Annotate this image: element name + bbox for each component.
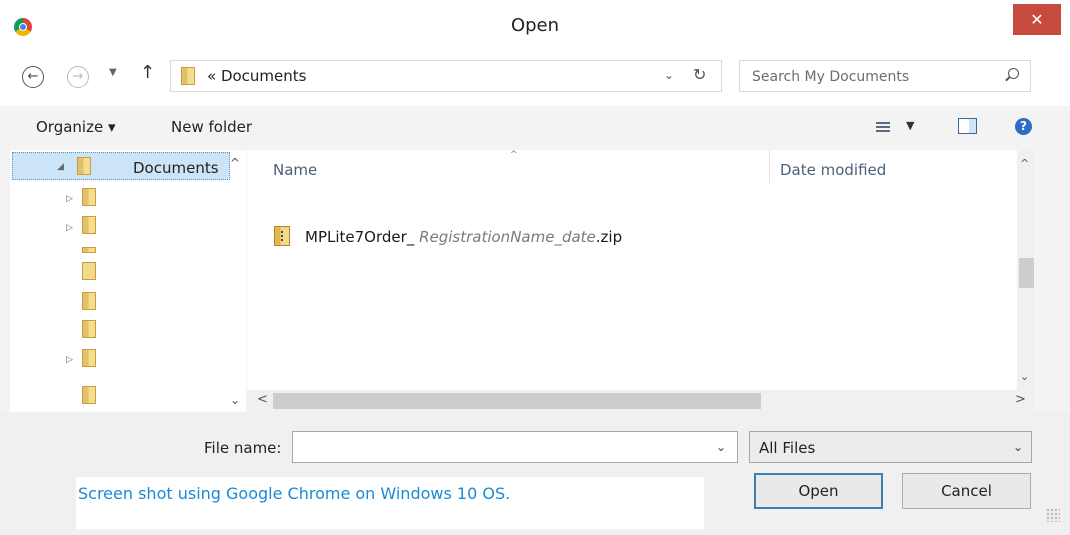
navigation-pane: ◢ Documents ▷ ▷ ▷ ^ ⌄ [10, 150, 246, 412]
open-file-dialog: Open ✕ ← → ▼ ↑ « Documents ⌄ ↻ Organize … [0, 0, 1070, 535]
file-type-dropdown-icon[interactable]: ⌄ [1013, 440, 1023, 454]
breadcrumb[interactable]: « Documents [207, 67, 306, 85]
close-button[interactable]: ✕ [1013, 4, 1061, 35]
nav-scroll-down-button[interactable]: ⌄ [230, 393, 240, 407]
refresh-button[interactable]: ↻ [693, 65, 706, 84]
resize-grip-icon[interactable] [1046, 508, 1060, 522]
dialog-title: Open [510, 15, 560, 36]
open-button[interactable]: Open [754, 473, 883, 509]
folder-icon[interactable] [82, 292, 96, 310]
file-list-vertical-scrollbar[interactable]: ^ ⌄ [1017, 150, 1034, 412]
shared-folder-icon[interactable] [82, 262, 96, 280]
command-toolbar: Organize ▾ New folder ▼ ? [0, 106, 1070, 148]
change-view-icon[interactable] [876, 120, 890, 132]
search-box [739, 60, 1031, 93]
vertical-scroll-thumb[interactable] [1019, 258, 1034, 288]
folder-icon[interactable] [82, 216, 96, 234]
folder-icon[interactable] [82, 349, 96, 367]
documents-folder-icon [181, 67, 195, 85]
nav-scroll-up-button[interactable]: ^ [230, 156, 240, 170]
file-type-value: All Files [759, 439, 816, 457]
folder-icon[interactable] [82, 188, 96, 206]
preview-pane-icon[interactable] [958, 118, 977, 134]
new-folder-button[interactable]: New folder [171, 118, 252, 136]
column-header-date-modified[interactable]: Date modified [780, 161, 886, 179]
annotation-caption: Screen shot using Google Chrome on Windo… [76, 477, 704, 529]
folder-icon[interactable] [82, 320, 96, 338]
sort-indicator-icon: ^ [510, 150, 518, 160]
zip-file-icon [274, 226, 290, 246]
file-list-horizontal-scrollbar[interactable]: < > [247, 390, 1034, 412]
file-name-combobox: ⌄ [292, 431, 738, 464]
organize-menu[interactable]: Organize ▾ [36, 118, 116, 136]
file-name-label: File name: [204, 439, 282, 457]
collapsed-arrow-icon[interactable]: ▷ [66, 223, 73, 233]
cancel-button[interactable]: Cancel [902, 473, 1031, 509]
collapsed-arrow-icon[interactable]: ▷ [66, 194, 73, 204]
nav-item-label: Documents [133, 159, 219, 177]
documents-library-icon [77, 157, 91, 175]
collapsed-arrow-icon[interactable]: ▷ [66, 355, 73, 365]
title-bar: Open ✕ [0, 0, 1070, 50]
address-bar-row: ← → ▼ ↑ « Documents ⌄ ↻ [0, 50, 1070, 106]
help-icon[interactable]: ? [1015, 118, 1032, 135]
column-header-name[interactable]: Name [273, 161, 317, 179]
forward-button[interactable]: → [67, 66, 89, 88]
caption-text: Screen shot using Google Chrome on Windo… [78, 484, 511, 503]
address-box[interactable]: « Documents ⌄ ↻ [170, 60, 722, 92]
file-type-select[interactable]: All Files ⌄ [749, 431, 1032, 463]
nav-item-documents[interactable]: ◢ Documents [12, 152, 230, 180]
search-icon[interactable] [1008, 68, 1019, 79]
back-button[interactable]: ← [22, 66, 44, 88]
column-divider[interactable] [769, 150, 770, 183]
file-row[interactable]: MPLite7Order_ RegistrationName_date.zip [274, 226, 724, 248]
expanded-arrow-icon[interactable]: ◢ [57, 162, 64, 172]
scroll-up-button[interactable]: ^ [1020, 157, 1029, 170]
up-folder-button[interactable]: ↑ [140, 62, 155, 83]
scroll-down-button[interactable]: ⌄ [1020, 370, 1029, 383]
folder-icon[interactable] [82, 247, 96, 253]
file-list-pane: ^ Name Date modified MPLite7Order_ Regis… [247, 150, 1034, 412]
horizontal-scroll-thumb[interactable] [273, 393, 761, 409]
file-name-dropdown-button[interactable]: ⌄ [716, 440, 726, 454]
file-name-input[interactable] [293, 432, 721, 464]
recent-locations-dropdown[interactable]: ▼ [109, 67, 117, 78]
view-options-dropdown[interactable]: ▼ [906, 119, 914, 132]
address-dropdown-button[interactable]: ⌄ [664, 68, 674, 82]
folder-icon[interactable] [82, 386, 96, 404]
scroll-left-button[interactable]: < [257, 392, 268, 407]
scroll-right-button[interactable]: > [1015, 392, 1026, 407]
search-input[interactable] [740, 61, 1004, 93]
file-name: MPLite7Order_ RegistrationName_date.zip [305, 228, 623, 246]
